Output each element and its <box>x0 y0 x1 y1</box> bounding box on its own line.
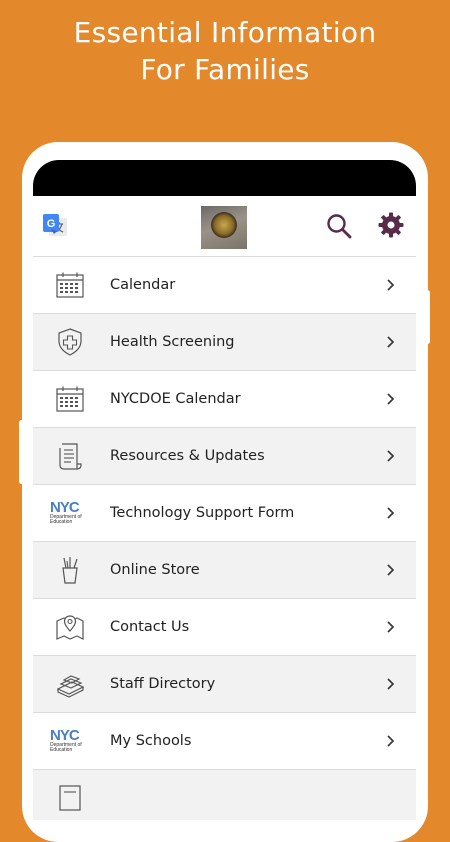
nyc-doe-logo: NYC Department of Education <box>50 500 90 527</box>
menu-item-label: Staff Directory <box>110 676 216 692</box>
menu-item-label: Health Screening <box>110 334 235 350</box>
nyc-doe-logo: NYC Department of Education <box>50 728 90 755</box>
status-bar <box>33 160 416 196</box>
app-bar: G <box>33 196 416 256</box>
gear-icon[interactable] <box>378 212 404 238</box>
calendar-icon <box>56 272 84 298</box>
nyc-logo-subtitle-line-2: Education <box>50 519 73 525</box>
menu-item-online-store[interactable]: Online Store <box>33 541 416 598</box>
menu-item-label: Resources & Updates <box>110 448 265 464</box>
menu-item-label: NYCDOE Calendar <box>110 391 241 407</box>
menu-item-health-screening[interactable]: Health Screening <box>33 313 416 370</box>
chevron-right-icon <box>387 336 395 348</box>
search-icon[interactable] <box>325 212 353 240</box>
calendar-icon <box>56 386 84 412</box>
pencil-cup-icon <box>62 557 78 584</box>
menu-item-my-schools[interactable]: NYC Department of Education My Schools <box>33 712 416 769</box>
menu-item-label: Online Store <box>110 562 200 578</box>
shield-plus-icon <box>58 328 82 356</box>
map-pin-icon <box>56 615 84 640</box>
menu-item-label: Technology Support Form <box>110 505 295 521</box>
headline-line-1: Essential Information <box>73 16 377 49</box>
menu-item-label: Calendar <box>110 277 176 293</box>
chevron-right-icon <box>387 393 395 405</box>
menu-item-contact-us[interactable]: Contact Us <box>33 598 416 655</box>
menu-item-nycdoe-calendar[interactable]: NYCDOE Calendar <box>33 370 416 427</box>
menu-item-label: Contact Us <box>110 619 190 635</box>
school-logo[interactable] <box>201 206 247 249</box>
chevron-right-icon <box>387 735 395 747</box>
menu-item-calendar[interactable]: Calendar <box>33 256 416 313</box>
menu-item-technology-support-form[interactable]: NYC Department of Education Technology S… <box>33 484 416 541</box>
headline: Essential Information For Families <box>0 14 450 88</box>
nyc-logo-subtitle-line-2: Education <box>50 747 73 753</box>
document-icon <box>59 785 81 811</box>
menu-item-staff-directory[interactable]: Staff Directory <box>33 655 416 712</box>
chevron-right-icon <box>387 507 395 519</box>
chevron-right-icon <box>387 678 395 690</box>
menu-item-label: My Schools <box>110 733 192 749</box>
menu-item-resources-updates[interactable]: Resources & Updates <box>33 427 416 484</box>
document-icon <box>59 443 82 470</box>
menu-list: Calendar Health Screening NYCDOE Calenda… <box>33 256 416 820</box>
chevron-right-icon <box>387 450 395 462</box>
chevron-right-icon <box>387 621 395 633</box>
chevron-right-icon <box>387 564 395 576</box>
books-icon <box>56 675 85 698</box>
menu-item-partial[interactable] <box>33 769 416 820</box>
phone-side-button <box>19 420 24 484</box>
google-translate-icon[interactable]: G <box>41 212 69 240</box>
school-seal-image <box>211 212 237 238</box>
phone-side-button <box>425 290 430 344</box>
headline-line-2: For Families <box>140 53 310 86</box>
app-screen: G Calendar Health Screening NYCDOE Calen… <box>33 160 416 820</box>
svg-text:G: G <box>47 218 56 230</box>
chevron-right-icon <box>387 279 395 291</box>
